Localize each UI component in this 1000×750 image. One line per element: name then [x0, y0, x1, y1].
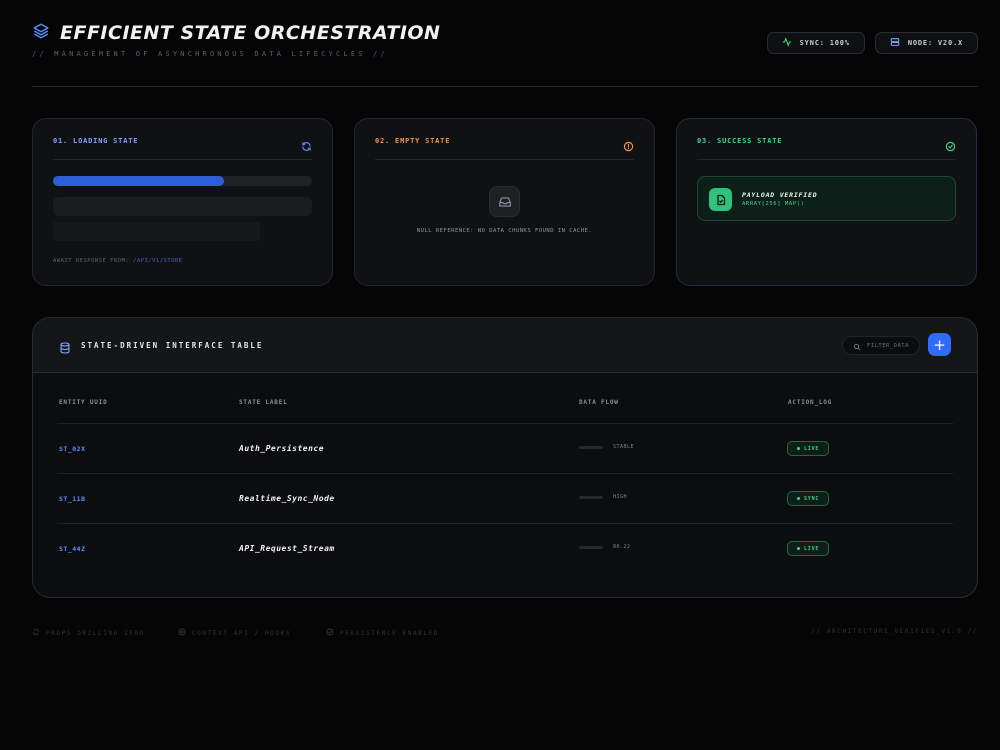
footer-item: PROPS DRILLING ZERO [32, 628, 145, 638]
table-row[interactable]: ST_44Z API_Request_Stream 80.22 LIVE [57, 523, 953, 573]
hook-icon [178, 628, 186, 638]
entity-uuid[interactable]: ST_44Z [59, 545, 85, 553]
card-title: 03. SUCCESS STATE [697, 137, 783, 145]
data-flow: 80.22 [579, 544, 631, 550]
state-label: Realtime_Sync_Node [239, 494, 335, 503]
skeleton-line [53, 197, 312, 216]
action-label: LIVE [804, 545, 820, 552]
file-check-icon [709, 188, 732, 211]
entity-uuid[interactable]: ST_11B [59, 495, 85, 503]
flow-bar [579, 445, 603, 449]
status-dot [797, 547, 800, 550]
loading-progress-bar [53, 176, 312, 186]
payload-title: PAYLOAD VERIFIED [742, 191, 818, 199]
card-title: 01. LOADING STATE [53, 137, 139, 145]
flow-bar [579, 545, 603, 549]
flow-bar [579, 495, 603, 499]
column-header-uuid[interactable]: ENTITY UUID [59, 399, 108, 406]
action-label: LIVE [804, 445, 820, 452]
table-title: STATE-DRIVEN INTERFACE TABLE [81, 341, 264, 350]
footer-item: CONTEXT API / HOOKS [178, 628, 291, 638]
status-badges: SYNC: 100% NODE: V20.X [766, 32, 978, 54]
empty-message: NULL REFERENCE: NO DATA CHUNKS FOUND IN … [416, 228, 593, 234]
node-badge-label: NODE: V20.X [907, 39, 963, 47]
activity-icon [782, 37, 792, 49]
table-row[interactable]: ST_11B Realtime_Sync_Node HIGH SYNC [57, 473, 953, 523]
progress-fill [53, 176, 224, 186]
sync-icon [32, 628, 40, 638]
state-label: API_Request_Stream [239, 544, 335, 553]
column-header-action-log[interactable]: ACTION_LOG [788, 399, 832, 406]
panel-header: STATE-DRIVEN INTERFACE TABLE + [33, 318, 977, 373]
await-endpoint[interactable]: /API/V1/STORE [133, 258, 183, 264]
footer-item-label: CONTEXT API / HOOKS [192, 629, 292, 637]
flow-text: HIGH [613, 494, 628, 500]
alert-circle-icon [623, 137, 634, 156]
inbox-icon [489, 186, 520, 217]
state-table-panel: STATE-DRIVEN INTERFACE TABLE + ENTITY UU… [32, 317, 978, 598]
entity-uuid[interactable]: ST_02X [59, 445, 85, 453]
search-icon [853, 336, 861, 355]
loading-state-card: 01. LOADING STATE AWAIT RESPONSE FROM: /… [32, 118, 333, 286]
column-header-state-label[interactable]: STATE LABEL [239, 399, 288, 406]
footer-item-label: PROPS DRILLING ZERO [46, 629, 146, 637]
data-flow: HIGH [579, 494, 627, 500]
sync-badge[interactable]: SYNC: 100% [766, 32, 865, 54]
footer-item: PERSISTENCE ENABLED [326, 628, 439, 638]
footer-item-label: PERSISTENCE ENABLED [340, 629, 440, 637]
await-response: AWAIT RESPONSE FROM: /API/V1/STORE [53, 258, 183, 264]
add-entity-button[interactable]: + [928, 333, 951, 356]
shield-icon [326, 628, 334, 638]
skeleton-line [53, 222, 260, 241]
layers-icon [32, 22, 50, 44]
card-header: 02. EMPTY STATE [375, 137, 634, 160]
footer-version: // ARCHITECTURE_VERIFIED_V1.0 // [811, 628, 978, 635]
action-badge[interactable]: LIVE [787, 541, 830, 556]
data-flow: STABLE [579, 444, 634, 450]
payload-verified-box: PAYLOAD VERIFIED ARRAY[256] MAP() [697, 176, 956, 221]
card-header: 03. SUCCESS STATE [697, 137, 956, 160]
flow-text: 80.22 [613, 544, 631, 550]
payload-detail: ARRAY[256] MAP() [742, 201, 805, 207]
status-dot [797, 497, 800, 500]
page-header: EFFICIENT STATE ORCHESTRATION // MANAGEM… [32, 22, 978, 86]
header-divider [32, 86, 978, 87]
status-dot [797, 447, 800, 450]
await-label: AWAIT RESPONSE FROM: [53, 258, 130, 264]
check-circle-icon [945, 137, 956, 156]
table-row[interactable]: ST_02X Auth_Persistence STABLE LIVE [57, 423, 953, 473]
card-title: 02. EMPTY STATE [375, 137, 451, 145]
state-label: Auth_Persistence [239, 444, 325, 453]
action-badge[interactable]: SYNC [787, 491, 830, 506]
database-icon [59, 339, 71, 354]
empty-state-card: 02. EMPTY STATE NULL REFERENCE: NO DATA … [354, 118, 655, 286]
filter-input[interactable] [867, 342, 917, 349]
success-state-card: 03. SUCCESS STATE PAYLOAD VERIFIED ARRAY… [676, 118, 977, 286]
page-footer: PROPS DRILLING ZERO CONTEXT API / HOOKS … [32, 628, 978, 640]
sync-badge-label: SYNC: 100% [799, 39, 850, 47]
filter-field[interactable] [842, 336, 920, 355]
card-header: 01. LOADING STATE [53, 137, 312, 160]
column-header-data-flow[interactable]: DATA FLOW [579, 399, 619, 406]
server-icon [890, 37, 900, 49]
refresh-icon[interactable] [301, 137, 312, 156]
node-badge[interactable]: NODE: V20.X [874, 32, 978, 54]
page-title: EFFICIENT STATE ORCHESTRATION [60, 22, 441, 44]
action-badge[interactable]: LIVE [787, 441, 830, 456]
flow-text: STABLE [613, 444, 635, 450]
action-label: SYNC [804, 495, 820, 502]
